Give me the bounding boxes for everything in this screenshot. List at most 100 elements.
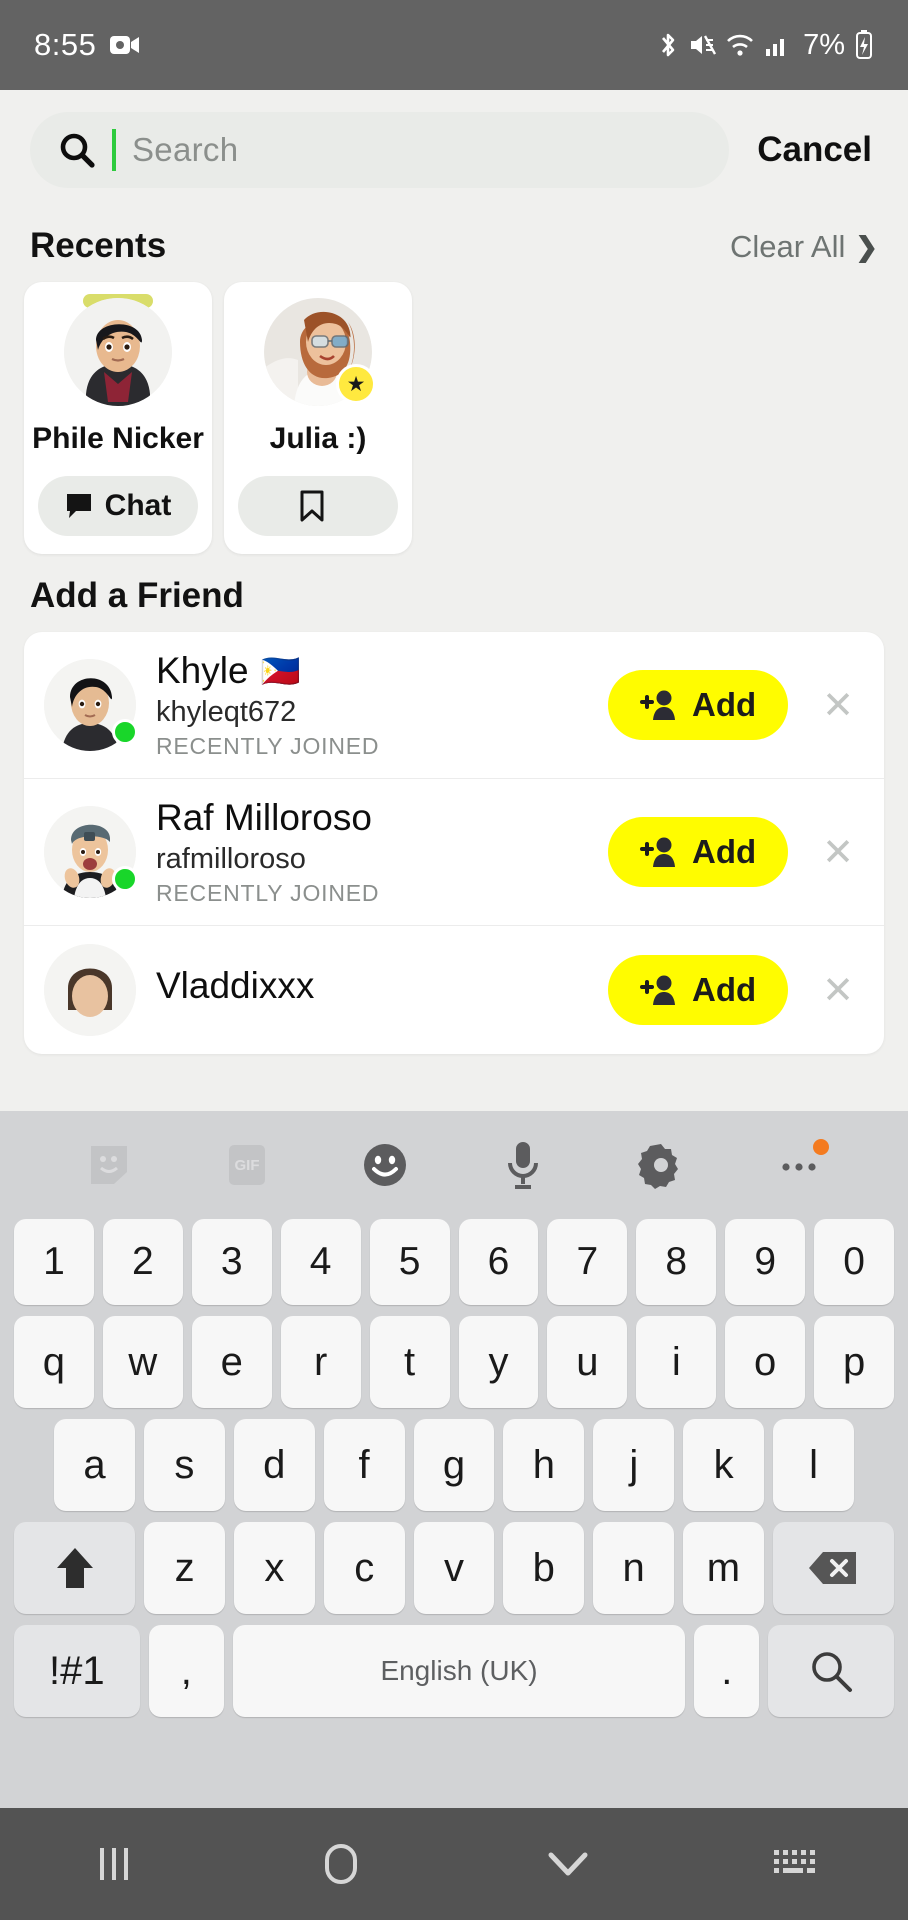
key-r[interactable]: r [280, 1316, 361, 1408]
chat-bubble-icon [65, 492, 93, 520]
search-enter-key[interactable] [768, 1625, 894, 1717]
friend-display-name: Khyle 🇵🇭 [156, 650, 588, 692]
phone-screen: 8:55 7% Search Cancel Recents Clear All … [0, 0, 908, 1920]
add-friend-button[interactable]: Add [608, 670, 789, 740]
recent-card[interactable]: Phile Nicker Chat [24, 282, 212, 554]
dismiss-suggestion-button[interactable]: ✕ [808, 830, 862, 875]
sticker-icon[interactable] [71, 1127, 147, 1203]
clear-all-button[interactable]: Clear All ❯ [730, 229, 878, 265]
key-5[interactable]: 5 [369, 1219, 450, 1305]
key-b[interactable]: b [503, 1522, 585, 1614]
key-s[interactable]: s [143, 1419, 225, 1511]
key-y[interactable]: y [458, 1316, 539, 1408]
key-o[interactable]: o [725, 1316, 806, 1408]
key-e[interactable]: e [191, 1316, 272, 1408]
key-0[interactable]: 0 [814, 1219, 895, 1305]
key-t[interactable]: t [369, 1316, 450, 1408]
recents-header: Recents Clear All ❯ [0, 204, 908, 282]
avatar [44, 659, 138, 751]
status-bar-right: 7% [657, 29, 874, 62]
friend-info: Raf Milloroso rafmilloroso RECENTLY JOIN… [156, 797, 588, 907]
emoji-icon[interactable] [347, 1127, 423, 1203]
comma-key[interactable]: , [148, 1625, 224, 1717]
search-icon [812, 1652, 853, 1692]
key-n[interactable]: n [593, 1522, 674, 1614]
key-q[interactable]: q [13, 1316, 94, 1408]
gif-icon[interactable]: GIF [209, 1127, 285, 1203]
key-1[interactable]: 1 [13, 1219, 94, 1305]
key-u[interactable]: u [547, 1316, 628, 1408]
key-p[interactable]: p [814, 1316, 895, 1408]
friend-row[interactable]: Raf Milloroso rafmilloroso RECENTLY JOIN… [24, 779, 884, 926]
key-x[interactable]: x [234, 1522, 315, 1614]
more-options-icon[interactable] [761, 1127, 837, 1203]
key-z[interactable]: z [144, 1522, 225, 1614]
backspace-key[interactable] [772, 1522, 894, 1614]
friend-row[interactable]: Khyle 🇵🇭 khyleqt672 RECENTLY JOINED Add … [24, 632, 884, 779]
shift-key[interactable] [14, 1522, 136, 1614]
key-m[interactable]: m [682, 1522, 764, 1614]
key-7[interactable]: 7 [547, 1219, 628, 1305]
add-a-friend-list: Khyle 🇵🇭 khyleqt672 RECENTLY JOINED Add … [24, 632, 884, 1054]
backspace-icon [809, 1552, 857, 1584]
recent-card[interactable]: ★ Julia :) [224, 282, 412, 554]
home-icon[interactable] [227, 1841, 454, 1887]
hide-keyboard-icon[interactable] [681, 1846, 908, 1882]
dismiss-suggestion-button[interactable]: ✕ [808, 683, 862, 728]
key-f[interactable]: f [323, 1419, 405, 1511]
avatar: ★ [264, 298, 376, 406]
chevron-right-icon: ❯ [855, 231, 878, 262]
bookmark-button[interactable] [238, 476, 398, 536]
add-friend-button[interactable]: Add [608, 817, 789, 887]
wifi-icon [725, 32, 755, 58]
key-6[interactable]: 6 [458, 1219, 539, 1305]
keyboard-row-bottom: z x c v b n m [6, 1522, 902, 1614]
key-8[interactable]: 8 [636, 1219, 717, 1305]
key-i[interactable]: i [636, 1316, 717, 1408]
back-down-chevron-icon[interactable] [454, 1847, 681, 1881]
key-2[interactable]: 2 [102, 1219, 183, 1305]
key-c[interactable]: c [323, 1522, 405, 1614]
key-w[interactable]: w [102, 1316, 183, 1408]
mute-icon [688, 31, 717, 59]
shift-up-arrow-icon [56, 1548, 93, 1588]
key-a[interactable]: a [54, 1419, 135, 1511]
clear-all-label: Clear All [729, 229, 846, 264]
add-friend-button[interactable]: Add [608, 955, 789, 1025]
key-9[interactable]: 9 [725, 1219, 806, 1305]
friend-username: rafmilloroso [156, 843, 306, 875]
microphone-icon[interactable] [485, 1127, 561, 1203]
key-4[interactable]: 4 [280, 1219, 361, 1305]
battery-charging-icon [854, 30, 874, 60]
settings-gear-icon[interactable] [623, 1127, 699, 1203]
key-d[interactable]: d [233, 1419, 315, 1511]
chat-button[interactable]: Chat [38, 476, 198, 536]
search-input[interactable]: Search [30, 112, 730, 188]
key-3[interactable]: 3 [191, 1219, 272, 1305]
text-caret [112, 129, 116, 171]
cancel-button[interactable]: Cancel [747, 130, 882, 170]
key-g[interactable]: g [413, 1419, 495, 1511]
key-h[interactable]: h [503, 1419, 585, 1511]
key-v[interactable]: v [413, 1522, 495, 1614]
friend-row[interactable]: Vladdixxx Add ✕ [24, 926, 884, 1054]
friend-username: khyleqt672 [156, 696, 297, 728]
key-j[interactable]: j [593, 1419, 675, 1511]
bookmark-icon [299, 490, 325, 522]
key-k[interactable]: k [683, 1419, 765, 1511]
symbols-key[interactable]: !#1 [14, 1625, 140, 1717]
recent-apps-icon[interactable] [0, 1842, 227, 1886]
search-bar-row: Search Cancel [0, 90, 908, 204]
keyboard-row-home: a s d f g h j k l [6, 1419, 902, 1511]
key-l[interactable]: l [773, 1419, 855, 1511]
bluetooth-icon [657, 30, 679, 60]
add-a-friend-title: Add a Friend [30, 576, 244, 615]
recent-card-name: Phile Nicker [32, 422, 204, 455]
online-status-dot [112, 866, 138, 892]
period-key[interactable]: . [694, 1625, 760, 1717]
space-key[interactable]: English (UK) [232, 1625, 686, 1717]
status-bar: 8:55 7% [0, 0, 908, 90]
star-badge-icon: ★ [336, 364, 376, 404]
friend-name-text: Khyle [156, 650, 249, 691]
dismiss-suggestion-button[interactable]: ✕ [808, 968, 862, 1013]
